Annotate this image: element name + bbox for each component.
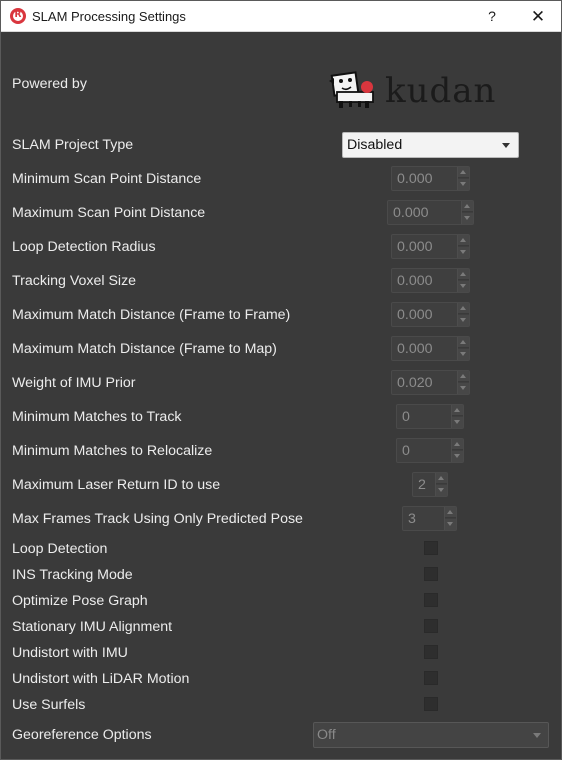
spin-down-icon[interactable] bbox=[462, 213, 473, 224]
title-bar[interactable]: R SLAM Processing Settings ? ✕ bbox=[1, 1, 561, 32]
min-scan-point-distance-label: Minimum Scan Point Distance bbox=[12, 171, 202, 187]
max-laser-return-id-label: Maximum Laser Return ID to use bbox=[12, 477, 221, 493]
chevron-down-icon bbox=[533, 733, 541, 738]
spin-down-icon[interactable] bbox=[445, 519, 456, 530]
spin-up-icon[interactable] bbox=[458, 371, 469, 382]
min-matches-relocalize-label: Minimum Matches to Relocalize bbox=[12, 443, 213, 459]
max-scan-point-distance-spinbox[interactable]: 0.000 bbox=[387, 200, 474, 225]
min-matches-track-spinbox[interactable]: 0 bbox=[396, 404, 464, 429]
spin-up-icon[interactable] bbox=[445, 507, 456, 518]
max-frames-predicted-pose-spinbox[interactable]: 3 bbox=[402, 506, 457, 531]
ins-tracking-mode-checkbox[interactable] bbox=[424, 567, 438, 581]
undistort-imu-label: Undistort with IMU bbox=[12, 645, 128, 661]
settings-panel: Powered by kudan SLAM Project Type Disab… bbox=[1, 32, 561, 759]
max-match-distance-f2m-label: Maximum Match Distance (Frame to Map) bbox=[12, 341, 277, 357]
undistort-imu-checkbox[interactable] bbox=[424, 645, 438, 659]
max-laser-return-id-spinbox[interactable]: 2 bbox=[412, 472, 448, 497]
spin-up-icon[interactable] bbox=[458, 303, 469, 314]
app-logo-icon: R bbox=[10, 8, 26, 24]
max-match-distance-f2f-spinbox[interactable]: 0.000 bbox=[391, 302, 470, 327]
loop-detection-label: Loop Detection bbox=[12, 541, 108, 557]
spin-up-icon[interactable] bbox=[458, 269, 469, 280]
kudan-logo: kudan bbox=[329, 71, 496, 110]
georeference-options-label: Georeference Options bbox=[12, 727, 152, 743]
svg-text:kudan: kudan bbox=[385, 71, 496, 110]
optimize-pose-graph-label: Optimize Pose Graph bbox=[12, 593, 148, 609]
tracking-voxel-size-spinbox[interactable]: 0.000 bbox=[391, 268, 470, 293]
spin-up-icon[interactable] bbox=[458, 337, 469, 348]
min-matches-relocalize-spinbox[interactable]: 0 bbox=[396, 438, 464, 463]
weight-imu-prior-label: Weight of IMU Prior bbox=[12, 375, 136, 391]
undistort-lidar-motion-checkbox[interactable] bbox=[424, 671, 438, 685]
close-button[interactable]: ✕ bbox=[515, 1, 561, 32]
stationary-imu-alignment-label: Stationary IMU Alignment bbox=[12, 619, 173, 635]
slam-project-type-label: SLAM Project Type bbox=[12, 137, 134, 153]
use-surfels-checkbox[interactable] bbox=[424, 697, 438, 711]
spin-up-icon[interactable] bbox=[452, 405, 463, 416]
help-button[interactable]: ? bbox=[469, 1, 515, 32]
loop-detection-checkbox[interactable] bbox=[424, 541, 438, 555]
loop-detection-radius-spinbox[interactable]: 0.000 bbox=[391, 234, 470, 259]
spin-up-icon[interactable] bbox=[462, 201, 473, 212]
spin-down-icon[interactable] bbox=[458, 281, 469, 292]
powered-by-label: Powered by bbox=[12, 76, 87, 92]
slam-project-type-select[interactable]: Disabled bbox=[342, 132, 519, 158]
min-scan-point-distance-spinbox[interactable]: 0.000 bbox=[391, 166, 470, 191]
max-frames-predicted-pose-label: Max Frames Track Using Only Predicted Po… bbox=[12, 511, 303, 527]
stationary-imu-alignment-checkbox[interactable] bbox=[424, 619, 438, 633]
chevron-down-icon bbox=[502, 143, 510, 148]
spin-up-icon[interactable] bbox=[452, 439, 463, 450]
max-match-distance-f2m-spinbox[interactable]: 0.000 bbox=[391, 336, 470, 361]
weight-imu-prior-spinbox[interactable]: 0.020 bbox=[391, 370, 470, 395]
spin-down-icon[interactable] bbox=[452, 451, 463, 462]
georeference-options-select[interactable]: Off bbox=[313, 722, 549, 748]
spin-up-icon[interactable] bbox=[458, 167, 469, 178]
loop-detection-radius-label: Loop Detection Radius bbox=[12, 239, 156, 255]
use-surfels-label: Use Surfels bbox=[12, 697, 86, 713]
spin-down-icon[interactable] bbox=[458, 315, 469, 326]
spin-down-icon[interactable] bbox=[452, 417, 463, 428]
min-matches-track-label: Minimum Matches to Track bbox=[12, 409, 182, 425]
spin-down-icon[interactable] bbox=[458, 383, 469, 394]
slam-settings-dialog: R SLAM Processing Settings ? ✕ Powered b… bbox=[0, 0, 562, 760]
undistort-lidar-motion-label: Undistort with LiDAR Motion bbox=[12, 671, 190, 687]
max-match-distance-f2f-label: Maximum Match Distance (Frame to Frame) bbox=[12, 307, 291, 323]
spin-down-icon[interactable] bbox=[458, 247, 469, 258]
spin-up-icon[interactable] bbox=[458, 235, 469, 246]
optimize-pose-graph-checkbox[interactable] bbox=[424, 593, 438, 607]
ins-tracking-mode-label: INS Tracking Mode bbox=[12, 567, 133, 583]
window-title: SLAM Processing Settings bbox=[32, 9, 186, 24]
spin-down-icon[interactable] bbox=[458, 349, 469, 360]
spin-down-icon[interactable] bbox=[458, 179, 469, 190]
kudan-mascot-icon bbox=[329, 71, 374, 108]
spin-up-icon[interactable] bbox=[436, 473, 447, 484]
max-scan-point-distance-label: Maximum Scan Point Distance bbox=[12, 205, 206, 221]
tracking-voxel-size-label: Tracking Voxel Size bbox=[12, 273, 137, 289]
spin-down-icon[interactable] bbox=[436, 485, 447, 496]
